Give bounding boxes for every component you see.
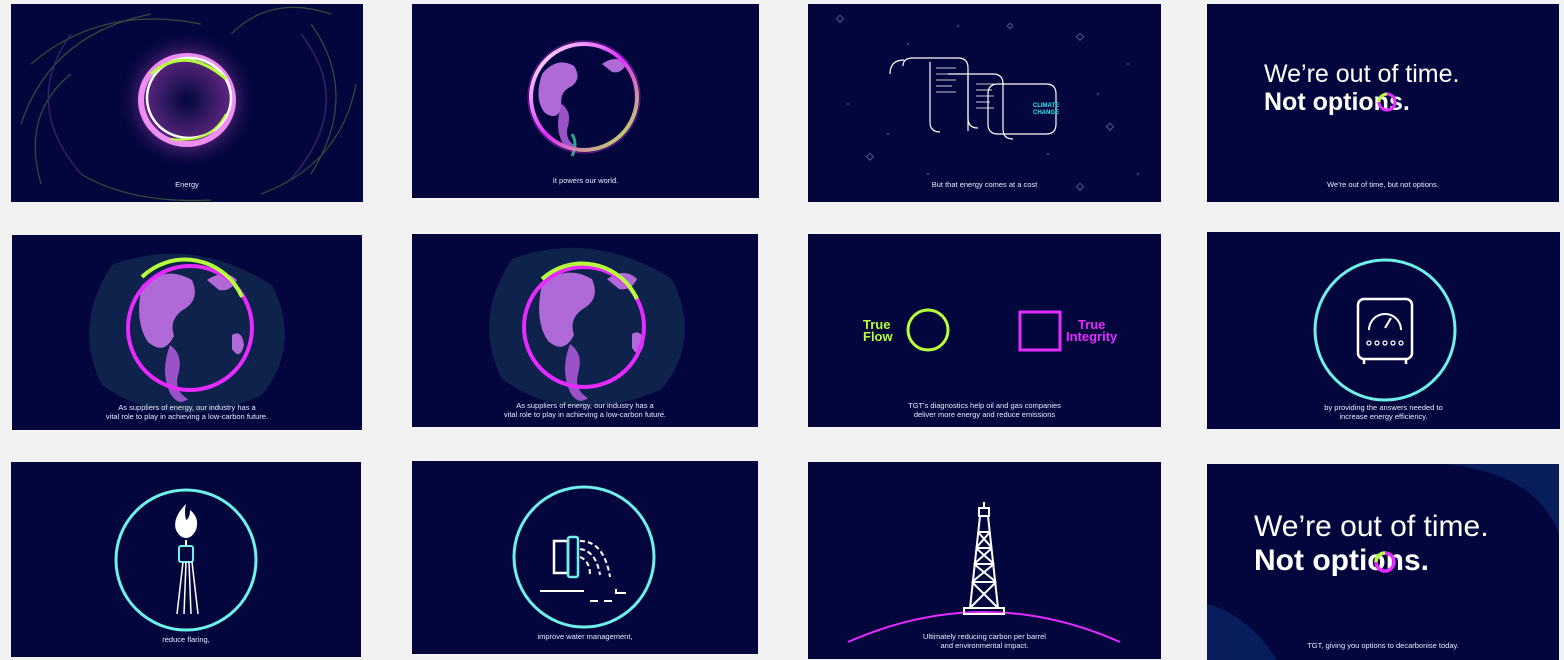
frame-suppliers-1[interactable]: As suppliers of energy, our industry has… bbox=[12, 235, 362, 430]
frame-caption: It powers our world. bbox=[552, 176, 619, 185]
globe-dots-icon bbox=[489, 247, 685, 407]
frame-caption: As suppliers of energy, our industry has… bbox=[503, 401, 667, 419]
frame-water-management[interactable]: improve water management, bbox=[412, 461, 758, 654]
true-integrity-label: True Integrity bbox=[1066, 317, 1118, 344]
frame-energy[interactable]: Energy bbox=[11, 4, 363, 202]
water-pipe-icon bbox=[512, 485, 656, 629]
frame-caption: improve water management, bbox=[537, 632, 633, 641]
frame-caption: by providing the answers needed to incre… bbox=[1324, 403, 1443, 421]
oil-derrick-icon bbox=[847, 502, 1121, 643]
frame-caption: reduce flaring, bbox=[162, 635, 210, 644]
frame-caption: TGT’s diagnostics help oil and gas compa… bbox=[908, 401, 1061, 419]
document-scroll-icon bbox=[835, 14, 1139, 191]
frame-caption: But that energy comes at a cost bbox=[931, 180, 1038, 189]
flare-torch-icon bbox=[114, 488, 258, 632]
frame-out-of-time[interactable]: We’re out of time. Not options. We're ou… bbox=[1207, 4, 1559, 202]
true-flow-label: True Flow bbox=[863, 317, 893, 344]
climate-change-label: CLIMATE CHANGE bbox=[1032, 103, 1060, 116]
frame-caption: As suppliers of energy, our industry has… bbox=[105, 403, 269, 421]
energy-ring-icon bbox=[20, 6, 357, 202]
globe-icon bbox=[527, 40, 641, 157]
frame-caption: Ultimately reducing carbon per barrel an… bbox=[923, 632, 1046, 650]
frame-powers-world[interactable]: It powers our world. bbox=[412, 4, 759, 198]
frame-energy-efficiency[interactable]: by providing the answers needed to incre… bbox=[1207, 232, 1560, 429]
globe-dots-icon bbox=[89, 253, 285, 413]
frame-reduce-flaring[interactable]: reduce flaring, bbox=[11, 462, 361, 657]
frame-suppliers-2[interactable]: As suppliers of energy, our industry has… bbox=[412, 234, 758, 427]
frame-caption: Energy bbox=[175, 180, 199, 189]
frame-caption: TGT, giving you options to decarbonise t… bbox=[1307, 641, 1459, 650]
ring-o-icon bbox=[1374, 551, 1396, 573]
frame-giving-options[interactable]: We’re out of time. Not options. TGT, giv… bbox=[1207, 464, 1559, 660]
frame-carbon-per-barrel[interactable]: Ultimately reducing carbon per barrel an… bbox=[808, 462, 1161, 659]
gauge-device-icon bbox=[1313, 258, 1457, 402]
ring-o-icon bbox=[1377, 92, 1397, 112]
frame-energy-cost[interactable]: CLIMATE CHANGE But that energy comes at … bbox=[808, 4, 1161, 202]
frame-caption: We're out of time, but not options. bbox=[1327, 180, 1439, 189]
frame-true-flow-integrity[interactable]: True Flow True Integrity TGT’s diagnosti… bbox=[808, 234, 1161, 427]
